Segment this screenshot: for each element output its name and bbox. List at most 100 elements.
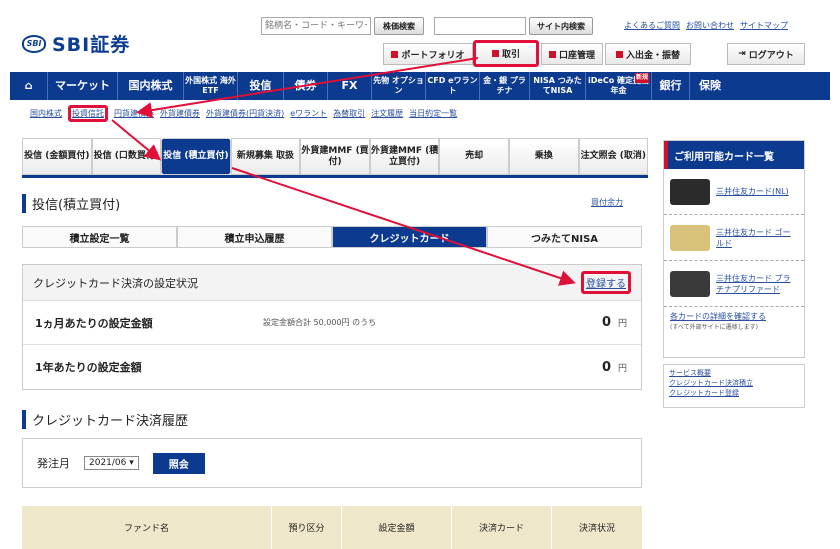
trust-tabs: 投信 (金額買付) 投信 (口数買付) 投信 (積立買付) 新規募集 取扱 外貨… [22,138,649,178]
col-status: 決済状況 [578,524,615,534]
deposit-button[interactable]: 入出金・振替 [605,43,691,65]
portfolio-label: ポートフォリオ [401,50,465,61]
history-filter: 発注月 2021/06 ▾ 照会 [22,438,642,488]
monthly-label: 1ヵ月あたりの設定金額 [35,316,153,330]
month-value: 2021/06 [89,458,127,468]
nav-foreign-stock[interactable]: 外国株式 海外ETF [184,72,238,100]
history-table-header: ファンド名 預り区分 設定金額 決済カード 決済状況 [22,506,642,549]
nav-nisa[interactable]: NISA つみたてNISA [530,72,586,100]
nav-bank[interactable]: 銀行 [652,72,690,100]
subtab-settings-list[interactable]: 積立設定一覧 [22,226,177,248]
subnav-domestic-stock[interactable]: 国内株式 [30,108,62,119]
nav-ideco[interactable]: iDeCo 確定拠出年金 新規 [586,72,652,100]
tab-switch[interactable]: 乗換 [508,138,579,175]
nav-investment-trust[interactable]: 投信 [238,72,284,100]
subtab-tsumitate-nisa[interactable]: つみたてNISA [487,226,642,248]
month-select[interactable]: 2021/06 ▾ [84,456,139,470]
subnav-yen-bond[interactable]: 円貨建債券 [114,108,154,119]
site-search-button[interactable]: サイト内検索 [529,17,593,35]
service-links: サービス概要 クレジットカード決済積立 クレジットカード登録 [663,364,805,408]
service-accum-link[interactable]: クレジットカード決済積立 [669,378,799,388]
deposit-label: 入出金・振替 [625,50,680,61]
logo-text: SBI証券 [52,34,131,56]
logout-icon: ⇥ [738,49,746,59]
subnav-order-history[interactable]: 注文履歴 [371,108,403,119]
page-title: 投信(積立買付) [22,194,120,213]
portfolio-button[interactable]: ポートフォリオ [383,43,473,65]
monthly-unit: 円 [617,319,627,329]
sitemap-link[interactable]: サイトマップ [740,20,788,31]
card-detail-link[interactable]: 各カードの詳細を確認する [670,311,798,322]
card-link[interactable]: 三井住友カード プラチナプリファード [716,273,798,295]
card-list-title: ご利用可能カード一覧 [664,141,804,169]
panel-title: クレジットカード決済の設定状況 [33,276,198,290]
nav-bond[interactable]: 債券 [284,72,328,100]
contact-link[interactable]: お問い合わせ [686,20,734,31]
nav-insurance[interactable]: 保険 [690,72,730,100]
stock-search-input[interactable] [261,17,371,35]
sub-nav: 国内株式 投資信託 円貨建債券 外貨建債券 外貨建債券(円貨決済) eワラント … [30,105,457,122]
subnav-fx-trade[interactable]: 為替取引 [333,108,365,119]
subnav-foreign-bond-yen[interactable]: 外貨建債券(円貨決済) [206,108,284,119]
tab-order-inquiry[interactable]: 注文照会 (取消) [578,138,649,175]
card-image [670,270,710,297]
card-item[interactable]: 三井住友カード ゴールド [664,215,804,261]
nav-cfd[interactable]: CFD eワラント [426,72,480,100]
credit-settings-panel: クレジットカード決済の設定状況 登録する 1ヵ月あたりの設定金額 設定金額合計 … [22,264,642,390]
subnav-ewarrant[interactable]: eワラント [290,108,327,119]
nav-fx[interactable]: FX [328,72,372,100]
yearly-value: 0 [601,359,611,375]
global-nav: ⌂ マーケット 国内株式 外国株式 海外ETF 投信 債券 FX 先物 オプショ… [10,72,830,100]
yearly-amount-row: 1年あたりの設定金額 0 円 [23,345,641,389]
tab-amount-buy[interactable]: 投信 (金額買付) [22,138,92,175]
stock-search-button[interactable]: 株価検索 [374,17,424,35]
site-search-input[interactable] [434,17,526,35]
inquiry-button[interactable]: 照会 [152,452,205,474]
col-fund-name: ファンド名 [22,506,272,549]
card-item[interactable]: 三井住友カード プラチナプリファード [664,261,804,307]
nav-domestic-stock[interactable]: 国内株式 [118,72,184,100]
service-register-link[interactable]: クレジットカード登録 [669,388,799,398]
tab-sell[interactable]: 売却 [439,138,509,175]
subtab-credit-card[interactable]: クレジットカード [332,226,487,248]
card-link[interactable]: 三井住友カード ゴールド [716,227,798,249]
tab-new-offering[interactable]: 新規募集 取扱 [230,138,301,175]
tab-foreign-mmf-buy[interactable]: 外貨建MMF (買付) [300,138,370,175]
logout-button[interactable]: ⇥ ログアウト [727,43,805,65]
subnav-executions[interactable]: 当日約定一覧 [409,108,457,119]
home-icon[interactable]: ⌂ [10,72,48,100]
history-title: クレジットカード決済履歴 [22,410,188,429]
trade-button[interactable]: 取引 [473,40,539,67]
yearly-label: 1年あたりの設定金額 [35,361,142,374]
square-icon [615,50,623,58]
monthly-note: 設定金額合計 50,000円 のうち [263,318,377,327]
card-link[interactable]: 三井住友カード(NL) [716,186,789,197]
square-icon [548,50,556,58]
nav-futures[interactable]: 先物 オプション [372,72,426,100]
card-list-box: ご利用可能カード一覧 三井住友カード(NL) 三井住友カード ゴールド 三井住友… [663,140,805,358]
service-overview-link[interactable]: サービス概要 [669,368,799,378]
logout-label: ログアウト [748,50,794,61]
buying-power-link[interactable]: 買付余力 [591,197,623,208]
tab-accumulation-buy[interactable]: 投信 (積立買付) [161,138,231,175]
sbi-logo[interactable]: SBI SBI証券 [22,30,130,57]
monthly-amount-row: 1ヵ月あたりの設定金額 設定金額合計 50,000円 のうち 0 円 [23,301,641,345]
subnav-investment-trust[interactable]: 投資信託 [68,105,108,122]
register-link[interactable]: 登録する [581,271,631,294]
nav-gold[interactable]: 金・銀 プラチナ [480,72,530,100]
card-image [670,224,710,251]
yearly-unit: 円 [617,363,627,374]
card-item[interactable]: 三井住友カード(NL) [664,169,804,215]
square-icon [391,50,399,58]
sub-tabs: 積立設定一覧 積立申込履歴 クレジットカード つみたてNISA [22,226,642,248]
faq-link[interactable]: よくあるご質問 [624,20,680,31]
account-button[interactable]: 口座管理 [541,43,603,65]
subnav-foreign-bond[interactable]: 外貨建債券 [160,108,200,119]
tab-unit-buy[interactable]: 投信 (口数買付) [91,138,162,175]
col-amount: 設定金額 [342,506,452,549]
square-icon [491,50,499,57]
tab-foreign-mmf-accum[interactable]: 外貨建MMF (積立買付) [369,138,440,175]
nav-market[interactable]: マーケット [48,72,118,100]
new-badge: 新規 [634,73,649,83]
subtab-application-history[interactable]: 積立申込履歴 [177,226,332,248]
